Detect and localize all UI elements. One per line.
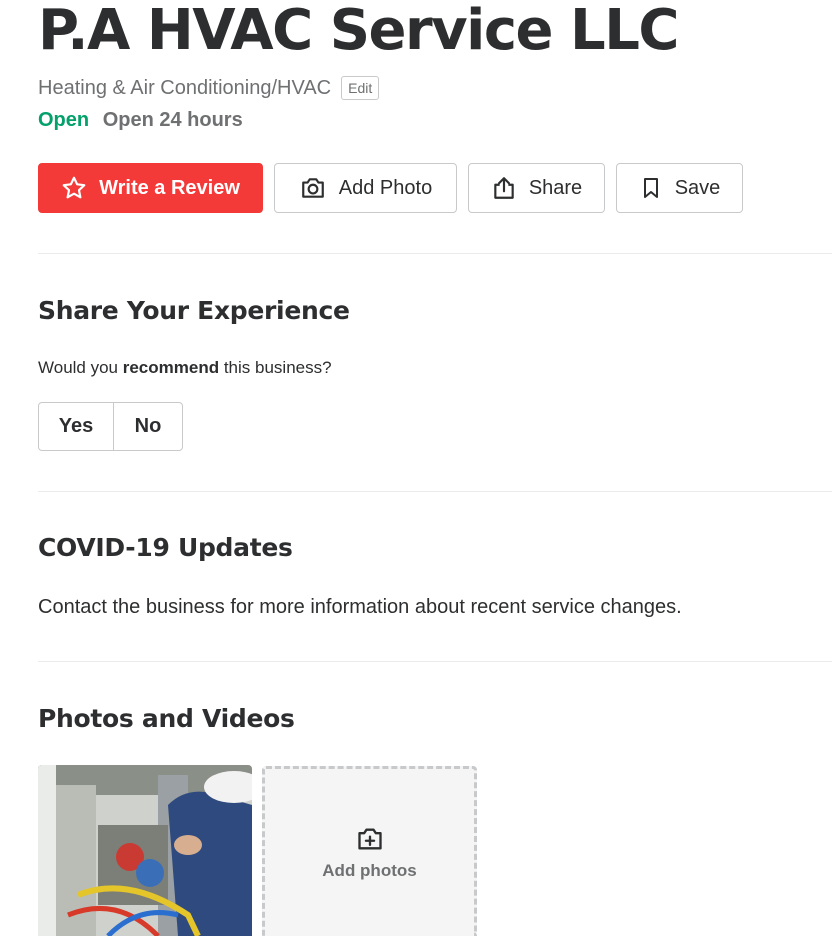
recommend-toggle: Yes No: [38, 402, 183, 451]
add-photo-icon: [357, 828, 382, 849]
business-name: P.A HVAC Service LLC: [38, 0, 679, 63]
add-photos-label: Add photos: [322, 860, 417, 880]
section-divider: [38, 491, 832, 492]
hours-row: Open Open 24 hours: [38, 109, 243, 132]
question-bold: recommend: [122, 358, 220, 377]
business-category[interactable]: Heating & Air Conditioning/HVAC: [38, 77, 331, 100]
no-button[interactable]: No: [114, 403, 182, 450]
section-divider: [38, 661, 832, 662]
camera-icon: [301, 178, 324, 198]
covid-text: Contact the business for more informatio…: [38, 596, 682, 618]
add-photo-label: Add Photo: [338, 176, 433, 199]
experience-title: Share Your Experience: [38, 296, 350, 325]
action-buttons: Write a Review Add Photo Share Save: [38, 163, 754, 213]
add-photos-button[interactable]: Add photos: [262, 766, 477, 936]
write-review-label: Write a Review: [99, 176, 240, 199]
section-divider: [38, 253, 832, 254]
photos-title: Photos and Videos: [38, 704, 295, 733]
business-hours: Open 24 hours: [102, 109, 243, 131]
add-photo-button[interactable]: Add Photo: [274, 163, 457, 213]
covid-title: COVID-19 Updates: [38, 533, 293, 562]
question-suffix: this business?: [219, 358, 332, 377]
open-status: Open: [38, 109, 90, 131]
edit-category-button[interactable]: Edit: [341, 76, 380, 100]
share-label: Share: [528, 176, 583, 199]
yes-button[interactable]: Yes: [39, 403, 114, 450]
share-icon: [494, 177, 514, 199]
share-button[interactable]: Share: [468, 163, 605, 213]
save-button[interactable]: Save: [616, 163, 743, 213]
star-icon: [62, 176, 86, 199]
recommend-question: Would you recommend this business?: [38, 358, 332, 378]
category-row: Heating & Air Conditioning/HVAC Edit: [38, 76, 380, 100]
bookmark-icon: [643, 178, 658, 198]
hvac-technician-photo: [38, 765, 252, 936]
business-photo[interactable]: [38, 765, 252, 936]
question-prefix: Would you: [38, 358, 123, 377]
write-review-button[interactable]: Write a Review: [38, 163, 263, 213]
save-label: Save: [674, 176, 721, 199]
